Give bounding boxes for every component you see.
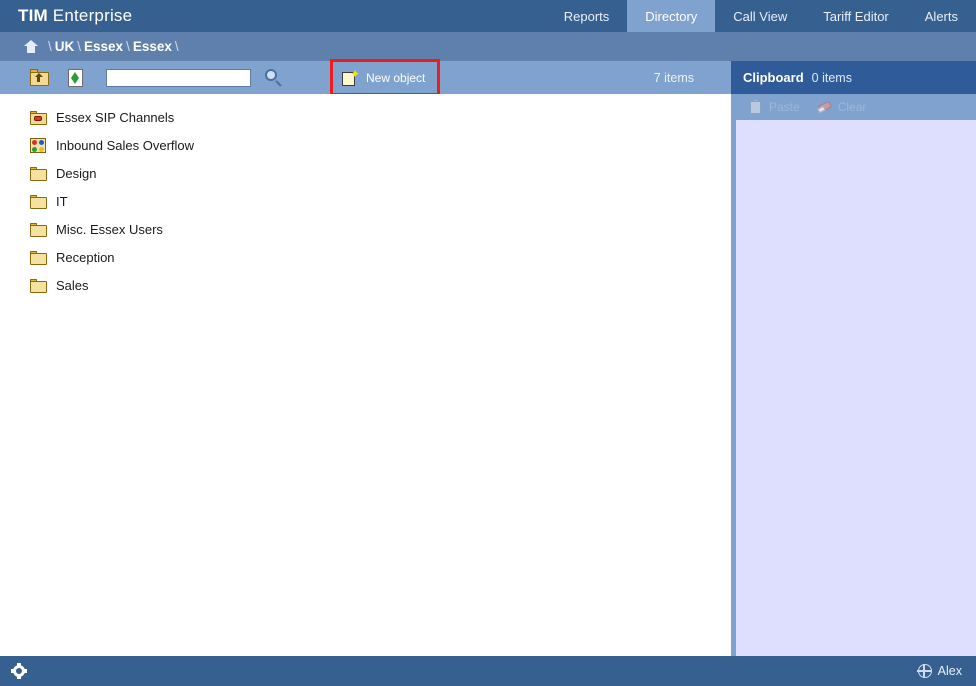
list-item[interactable]: Inbound Sales Overflow xyxy=(0,131,731,159)
breadcrumb: \ UK \ Essex \ Essex \ xyxy=(24,39,182,54)
folder-glyph xyxy=(30,110,47,125)
list-item[interactable]: Misc. Essex Users xyxy=(0,215,731,243)
app-logo: TIM Enterprise xyxy=(18,6,132,26)
list-item[interactable]: Design xyxy=(0,159,731,187)
breadcrumb-item-essex-1[interactable]: Essex xyxy=(84,39,123,54)
list-item-label: Misc. Essex Users xyxy=(56,221,163,237)
folder-glyph xyxy=(30,250,47,265)
folder-overlay-red xyxy=(34,115,42,121)
folder-body xyxy=(30,224,47,237)
list-item[interactable]: Reception xyxy=(0,243,731,271)
top-bar: TIM Enterprise Reports Directory Call Vi… xyxy=(0,0,976,32)
user-menu[interactable]: Alex xyxy=(917,656,962,686)
folder-body xyxy=(30,168,47,181)
brand-bold: TIM xyxy=(18,6,48,25)
refresh-icon[interactable] xyxy=(66,68,86,87)
folder-icon xyxy=(30,166,47,181)
list-item[interactable]: IT xyxy=(0,187,731,215)
eraser-icon xyxy=(816,100,832,115)
tab-tariff-editor[interactable]: Tariff Editor xyxy=(805,0,907,32)
refresh-arrow-up xyxy=(71,77,79,84)
status-bar: Alex xyxy=(0,656,976,686)
clipboard-body xyxy=(731,120,976,656)
folder-up-arrowstem xyxy=(37,74,40,82)
folder-glyph xyxy=(30,278,47,293)
tab-call-view-label: Call View xyxy=(733,8,788,24)
dot-yellow xyxy=(39,146,44,152)
breadcrumb-separator: \ xyxy=(174,39,179,54)
new-object-sparkle: ✦ xyxy=(350,66,361,81)
list-item-label: Design xyxy=(56,165,97,181)
gear-ring xyxy=(13,665,25,677)
brand-light: Enterprise xyxy=(47,6,133,25)
list-item-label: Reception xyxy=(56,249,115,265)
tab-directory-label: Directory xyxy=(645,8,698,24)
clear-label: Clear xyxy=(837,100,867,114)
clipboard-board xyxy=(750,100,761,114)
clipboard-icon xyxy=(749,98,763,115)
breadcrumb-separator: \ xyxy=(77,39,82,54)
user-globe-icon xyxy=(917,663,932,678)
directory-list: Essex SIP Channels Inbound Sales Overflo… xyxy=(0,94,731,656)
dots-glyph xyxy=(30,137,46,153)
folder-icon xyxy=(30,278,47,293)
folder-icon xyxy=(30,194,47,209)
list-item-label: Sales xyxy=(56,277,89,293)
application-window: TIM Enterprise Reports Directory Call Vi… xyxy=(0,0,976,686)
folder-body xyxy=(30,196,47,209)
folder-body xyxy=(30,280,47,293)
list-item[interactable]: Sales xyxy=(0,271,731,299)
new-object-label: New object xyxy=(366,70,426,85)
clipboard-actions: Paste Clear xyxy=(731,94,976,120)
dot-blue xyxy=(39,139,44,145)
breadcrumb-separator: \ xyxy=(48,39,52,54)
magnifier-lens xyxy=(265,68,277,81)
tab-call-view[interactable]: Call View xyxy=(715,0,805,32)
breadcrumb-separator: \ xyxy=(126,39,130,54)
paste-label: Paste xyxy=(769,100,800,114)
user-name: Alex xyxy=(937,664,962,678)
clipboard-count: 0 items xyxy=(811,70,852,85)
folder-body xyxy=(30,252,47,265)
tab-directory[interactable]: Directory xyxy=(627,0,716,32)
dot-green xyxy=(32,146,37,152)
list-item[interactable]: Essex SIP Channels xyxy=(0,103,731,131)
breadcrumb-bar: \ UK \ Essex \ Essex \ xyxy=(0,32,976,61)
search-input[interactable] xyxy=(106,68,251,87)
folder-icon xyxy=(30,222,47,237)
paste-button[interactable]: Paste xyxy=(749,98,800,115)
folder-glyph xyxy=(30,166,47,181)
home-icon[interactable] xyxy=(24,40,38,53)
tab-alerts-label: Alerts xyxy=(924,8,958,24)
magnifier-handle xyxy=(275,79,282,87)
folder-up-icon[interactable] xyxy=(30,68,50,87)
list-item-label: Essex SIP Channels xyxy=(56,109,175,125)
tab-tariff-editor-label: Tariff Editor xyxy=(823,8,889,24)
magnifier-icon[interactable] xyxy=(265,68,283,87)
new-page-sparkle-icon: ✦ xyxy=(342,66,361,86)
folder-icon xyxy=(30,250,47,265)
tab-reports-label: Reports xyxy=(563,8,610,24)
list-item-label: IT xyxy=(56,193,68,209)
breadcrumb-item-essex-2[interactable]: Essex xyxy=(133,39,172,54)
folder-glyph xyxy=(30,222,47,237)
breadcrumb-item-uk[interactable]: UK xyxy=(55,39,75,54)
clipboard-header: Clipboard 0 items xyxy=(731,61,976,94)
clipboard-title: Clipboard xyxy=(743,70,804,85)
clear-button[interactable]: Clear xyxy=(816,100,867,115)
tab-reports[interactable]: Reports xyxy=(546,0,628,32)
tab-alerts[interactable]: Alerts xyxy=(907,0,976,32)
new-object-button[interactable]: ✦ New object xyxy=(330,59,440,96)
gear-icon[interactable] xyxy=(11,663,27,679)
multicolor-dots-icon xyxy=(30,137,47,153)
dot-red xyxy=(32,139,37,145)
folder-red-object-icon xyxy=(30,110,47,125)
folder-glyph xyxy=(30,194,47,209)
main-nav-tabs: Reports Directory Call View Tariff Edito… xyxy=(546,0,976,32)
item-count: 7 items xyxy=(653,70,694,85)
list-item-label: Inbound Sales Overflow xyxy=(56,137,195,153)
